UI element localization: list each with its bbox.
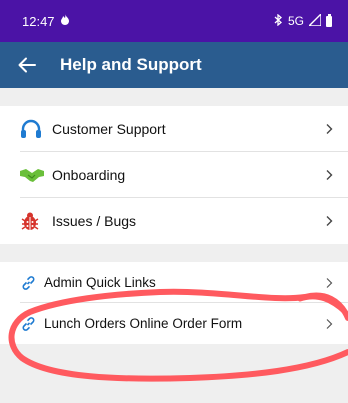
signal-icon: [307, 11, 322, 29]
menu-item-label: Issues / Bugs: [52, 213, 137, 229]
chevron-right-icon: [326, 318, 333, 329]
page-title: Help and Support: [60, 55, 202, 74]
link-icon: [21, 275, 36, 290]
menu-item-label: Lunch Orders Online Order Form: [44, 316, 243, 331]
status-time: 12:47: [22, 13, 55, 29]
menu-item-onboarding[interactable]: Onboarding: [0, 152, 348, 198]
battery-icon: [326, 13, 332, 27]
status-icons: 5G: [274, 11, 332, 29]
menu-item-issues-bugs[interactable]: Issues / Bugs: [0, 198, 348, 244]
menu-item-lunch-orders-form[interactable]: Lunch Orders Online Order Form: [0, 303, 348, 344]
menu-item-customer-support[interactable]: Customer Support: [0, 106, 348, 152]
menu-item-label: Customer Support: [52, 121, 166, 137]
menu-item-label: Admin Quick Links: [44, 275, 156, 290]
chevron-right-icon: [326, 277, 333, 288]
link-icon: [21, 316, 36, 331]
menu-item-admin-quick-links[interactable]: Admin Quick Links: [0, 262, 348, 303]
chevron-right-icon: [326, 124, 333, 134]
links-menu-group: Admin Quick Links Lunch Orders Online Or…: [0, 262, 348, 344]
chevron-right-icon: [326, 216, 333, 226]
back-arrow-icon[interactable]: [16, 54, 38, 76]
handshake-icon: [20, 167, 44, 183]
status-bar: 12:47 5G: [0, 0, 348, 42]
bug-icon: [20, 211, 40, 231]
flame-icon: [60, 14, 69, 28]
network-type: 5G: [287, 14, 304, 28]
menu-item-label: Onboarding: [52, 167, 126, 183]
support-menu-group: Customer Support Onboarding Issues / Bug: [0, 106, 348, 244]
chevron-right-icon: [326, 170, 333, 180]
bluetooth-icon: [274, 13, 283, 29]
headphones-icon: [20, 119, 42, 139]
app-bar: Help and Support: [0, 42, 348, 88]
